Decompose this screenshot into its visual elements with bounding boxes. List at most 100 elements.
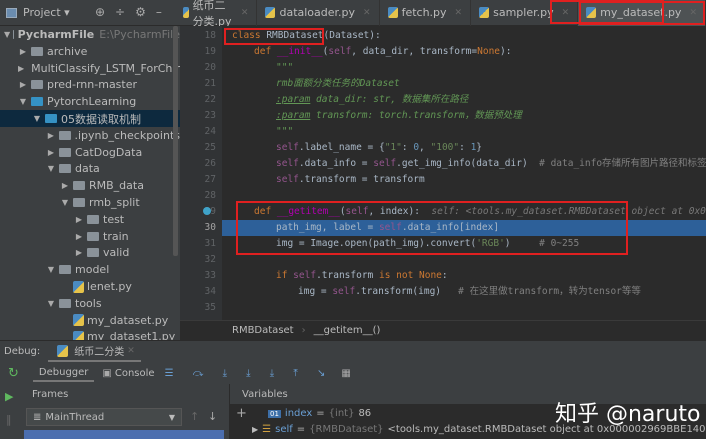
project-toolbar-icons[interactable]: ⊕÷⚙– xyxy=(95,5,172,19)
tree-item[interactable]: ▶ MultiClassify_LSTM_ForChinese xyxy=(0,60,180,77)
frame-row[interactable] xyxy=(24,430,224,439)
tree-item[interactable]: ▶ RMB_data xyxy=(0,177,180,194)
resume-icon[interactable]: ▶ xyxy=(5,390,20,403)
tree-item[interactable]: ▶ pred-rnn-master xyxy=(0,76,180,93)
close-tab-icon[interactable]: ✕ xyxy=(241,8,249,18)
chevron-right-icon[interactable]: ▶ xyxy=(60,181,70,190)
tree-item[interactable]: ▶ test xyxy=(0,211,180,228)
session-label: 纸币二分类 xyxy=(74,347,125,358)
breadcrumb-class[interactable]: RMBDataset xyxy=(232,325,294,336)
code-line[interactable]: """ xyxy=(276,124,293,140)
code-line[interactable]: self.data_info = self.get_img_info(data_… xyxy=(276,156,706,172)
chevron-right-icon[interactable]: ▶ xyxy=(46,148,56,157)
project-icon xyxy=(6,7,17,18)
arrow-down-icon[interactable]: ↓ xyxy=(208,410,217,423)
tree-item-label: lenet.py xyxy=(87,280,132,293)
tab-file[interactable]: fetch.py ✕ xyxy=(380,0,472,26)
folder-icon xyxy=(13,30,14,39)
chevron-down-icon[interactable]: ▼ xyxy=(18,97,28,106)
arrow-up-icon[interactable]: ↑ xyxy=(190,410,199,423)
chevron-right-icon[interactable]: ▶ xyxy=(74,232,84,241)
chevron-right-icon[interactable]: ▶ xyxy=(18,64,24,73)
tree-item[interactable]: ▼ model xyxy=(0,261,180,278)
code-line[interactable]: :param data_dir: str, 数据集所在路径 xyxy=(276,92,468,108)
code-token: .transform(img) xyxy=(355,286,459,297)
line-number: 19 xyxy=(204,46,216,57)
line-number: 34 xyxy=(204,286,216,297)
code-token: """ xyxy=(276,126,294,137)
tree-item[interactable]: ▼ data xyxy=(0,160,180,177)
tree-item[interactable]: ▶ train xyxy=(0,228,180,245)
breadcrumb-method[interactable]: __getitem__() xyxy=(314,325,381,336)
code-line[interactable]: if self.transform is not None: xyxy=(276,268,448,284)
folder-icon xyxy=(31,80,43,90)
chevron-right-icon[interactable]: ▶ xyxy=(18,47,28,56)
chevron-right-icon[interactable]: ▶ xyxy=(18,80,28,89)
tab-console[interactable]: Console xyxy=(115,368,155,379)
code-token: : xyxy=(459,142,471,153)
tree-item-label: my_dataset.py xyxy=(87,313,169,327)
code-token: self xyxy=(373,158,397,169)
code-token: "1" xyxy=(384,142,402,153)
close-icon[interactable]: ✕ xyxy=(127,346,135,356)
tree-item[interactable]: ▶ CatDogData xyxy=(0,144,180,161)
tree-item[interactable]: ▼ PytorchLearning xyxy=(0,93,180,110)
frames-header: Frames xyxy=(32,388,69,400)
tree-item[interactable]: ▼ PycharmFile E:\PycharmFile xyxy=(0,26,180,43)
code-line[interactable]: self.transform = transform xyxy=(276,172,425,188)
variable-row[interactable]: 01 index = {int} 86 xyxy=(268,408,371,419)
breakpoint-icon[interactable] xyxy=(203,207,211,215)
close-tab-icon[interactable]: ✕ xyxy=(455,8,463,18)
tree-item[interactable]: ▼ rmb_split xyxy=(0,194,180,211)
chevron-down-icon[interactable]: ▼ xyxy=(32,114,42,123)
thread-select[interactable]: ≣ MainThread ▼ xyxy=(26,408,182,426)
tree-item[interactable]: lenet.py xyxy=(0,278,180,295)
tree-item[interactable]: ▶ archive xyxy=(0,43,180,60)
tree-item-label: test xyxy=(103,212,125,226)
chevron-down-icon[interactable]: ▼ xyxy=(60,198,70,207)
expand-icon[interactable]: ▶ xyxy=(252,425,258,434)
tree-scrollbar[interactable] xyxy=(173,26,178,256)
code-line[interactable]: """ xyxy=(276,60,293,76)
chevron-down-icon[interactable]: ▼ xyxy=(46,265,56,274)
int-icon: 01 xyxy=(268,409,281,418)
chevron-down-icon[interactable]: ▼ xyxy=(46,164,56,173)
folder-icon xyxy=(87,248,99,258)
code-line[interactable]: img = self.transform(img) # 在这里做transfor… xyxy=(298,284,641,300)
code-token: :param xyxy=(276,110,311,121)
chevron-right-icon[interactable]: ▶ xyxy=(74,215,84,224)
close-tab-icon[interactable]: ✕ xyxy=(689,8,697,18)
code-token: self xyxy=(276,174,299,185)
tab-file[interactable]: 纸币二分类.py ✕ xyxy=(175,0,258,28)
add-watch-icon[interactable]: + xyxy=(236,406,247,421)
chevron-down-icon[interactable]: ▼ xyxy=(46,299,56,308)
tab-file[interactable]: dataloader.py ✕ xyxy=(257,0,380,26)
chevron-right-icon[interactable]: ▶ xyxy=(74,248,84,257)
code-token: self xyxy=(276,142,299,153)
chevron-right-icon[interactable]: ▶ xyxy=(46,131,56,140)
code-line[interactable]: rmb面额分类任务的Dataset xyxy=(276,76,400,92)
tree-item[interactable]: ▼ tools xyxy=(0,295,180,312)
python-file-icon xyxy=(265,7,276,18)
line-number: 24 xyxy=(204,126,216,137)
tree-item-label: 05数据读取机制 xyxy=(61,112,141,126)
tab-debugger[interactable]: Debugger xyxy=(32,365,95,382)
watermark: 知乎 @naruto xyxy=(555,402,701,427)
tree-item[interactable]: ▶ valid xyxy=(0,244,180,261)
tree-item[interactable]: my_dataset.py xyxy=(0,312,180,329)
pause-icon[interactable]: ‖ xyxy=(6,413,20,426)
chevron-down-icon[interactable]: ▼ xyxy=(4,30,10,39)
rerun-icon[interactable]: ↻ xyxy=(8,366,19,381)
tree-item[interactable]: ▶ .ipynb_checkpoints xyxy=(0,127,180,144)
step-icons[interactable]: ☰ ⤼ ⤓ ⤓ ⤓ ⤒ ↘ xyxy=(165,368,334,379)
evaluate-icon[interactable]: ▦ xyxy=(341,368,350,379)
code-line[interactable]: def __init__(self, data_dir, transform=N… xyxy=(254,44,511,60)
code-line[interactable]: :param transform: torch.transform，数据预处理 xyxy=(276,108,522,124)
debug-side-strip: ▶ ‖ xyxy=(0,384,20,439)
tree-item[interactable]: ▼ 05数据读取机制 xyxy=(0,110,180,127)
folder-icon xyxy=(73,181,85,191)
debug-session-tab[interactable]: 纸币二分类 ✕ xyxy=(48,341,141,362)
code-token: .transform = transform xyxy=(298,174,425,185)
close-tab-icon[interactable]: ✕ xyxy=(363,8,371,18)
code-line[interactable]: self.label_name = {"1": 0, "100": 1} xyxy=(276,140,482,156)
